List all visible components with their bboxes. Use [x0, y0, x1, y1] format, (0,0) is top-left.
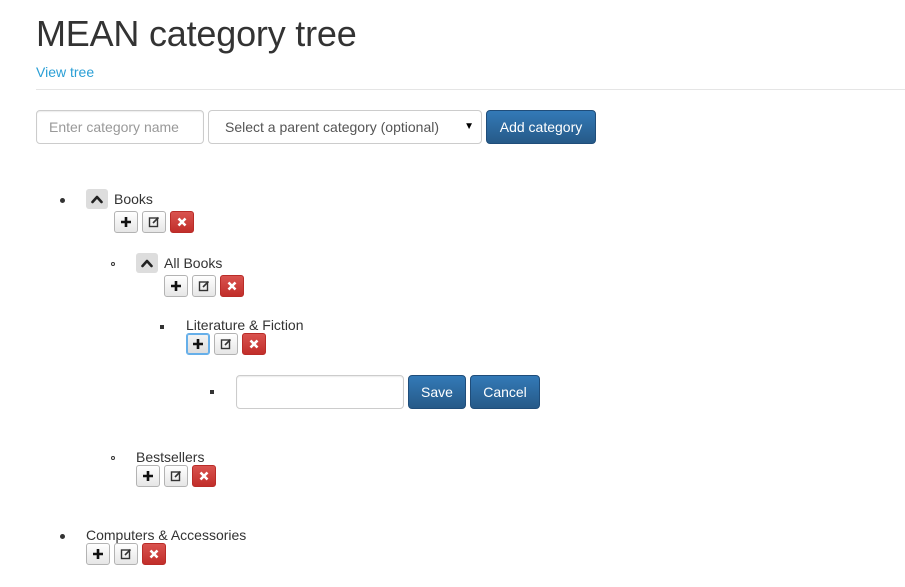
parent-category-select[interactable]: Select a parent category (optional) ▼ — [208, 110, 482, 144]
remove-button[interactable] — [220, 275, 244, 297]
list-bullet — [111, 456, 115, 460]
add-child-button[interactable] — [136, 465, 160, 487]
collapse-toggle-all-books[interactable] — [136, 253, 158, 273]
edit-button[interactable] — [214, 333, 238, 355]
tree-node-label: All Books — [164, 255, 223, 271]
plus-icon — [93, 549, 103, 559]
chevron-up-icon — [91, 195, 103, 204]
tree-node-label: Literature & Fiction — [186, 317, 304, 333]
header-divider — [36, 89, 905, 90]
save-button[interactable]: Save — [408, 375, 466, 409]
remove-icon — [249, 339, 259, 349]
tree-node-label: Bestsellers — [136, 449, 205, 465]
edit-button[interactable] — [164, 465, 188, 487]
tree-node-label: Computers & Accessories — [86, 527, 247, 543]
add-child-button[interactable] — [114, 211, 138, 233]
list-bullet — [160, 325, 164, 329]
add-child-button[interactable] — [86, 543, 110, 565]
plus-icon — [143, 471, 153, 481]
parent-category-select-value: Select a parent category (optional) — [225, 119, 440, 135]
list-bullet — [210, 390, 214, 394]
plus-icon — [121, 217, 131, 227]
edit-icon — [220, 338, 232, 350]
list-bullet — [60, 198, 65, 203]
edit-icon — [148, 216, 160, 228]
remove-icon — [199, 471, 209, 481]
add-child-button[interactable] — [186, 333, 210, 355]
remove-button[interactable] — [170, 211, 194, 233]
collapse-toggle-books[interactable] — [86, 189, 108, 209]
edit-icon — [120, 548, 132, 560]
new-child-name-input[interactable] — [236, 375, 404, 409]
remove-button[interactable] — [142, 543, 166, 565]
remove-icon — [227, 281, 237, 291]
list-bullet — [60, 534, 65, 539]
remove-icon — [149, 549, 159, 559]
tree-node-label: Books — [114, 191, 153, 207]
remove-button[interactable] — [242, 333, 266, 355]
edit-button[interactable] — [192, 275, 216, 297]
edit-icon — [198, 280, 210, 292]
list-bullet — [111, 262, 115, 266]
view-tree-link[interactable]: View tree — [36, 64, 94, 80]
edit-button[interactable] — [114, 543, 138, 565]
caret-down-icon: ▼ — [464, 121, 474, 132]
edit-icon — [170, 470, 182, 482]
add-child-button[interactable] — [164, 275, 188, 297]
remove-icon — [177, 217, 187, 227]
chevron-up-icon — [141, 259, 153, 268]
plus-icon — [171, 281, 181, 291]
page-title: MEAN category tree — [36, 13, 357, 54]
cancel-button[interactable]: Cancel — [470, 375, 540, 409]
remove-button[interactable] — [192, 465, 216, 487]
plus-icon — [193, 339, 203, 349]
add-category-button[interactable]: Add category — [486, 110, 596, 144]
category-name-input[interactable] — [36, 110, 204, 144]
edit-button[interactable] — [142, 211, 166, 233]
